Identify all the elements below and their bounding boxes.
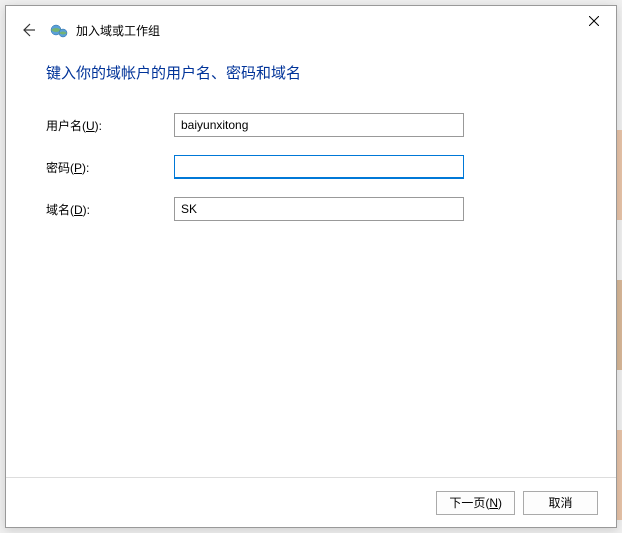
password-input[interactable] bbox=[174, 155, 464, 179]
next-button[interactable]: 下一页(N) bbox=[436, 491, 515, 515]
dialog-content: 键入你的域帐户的用户名、密码和域名 用户名(U): 密码(P): 域名(D): bbox=[6, 54, 616, 477]
close-button[interactable] bbox=[571, 6, 616, 36]
dialog-title: 加入域或工作组 bbox=[76, 22, 160, 39]
username-row: 用户名(U): bbox=[46, 113, 576, 137]
title-bar: 加入域或工作组 bbox=[6, 6, 616, 54]
password-label: 密码(P): bbox=[46, 159, 174, 176]
password-row: 密码(P): bbox=[46, 155, 576, 179]
domain-input[interactable] bbox=[174, 197, 464, 221]
back-button[interactable] bbox=[16, 18, 40, 42]
domain-row: 域名(D): bbox=[46, 197, 576, 221]
back-arrow-icon bbox=[20, 22, 36, 38]
page-heading: 键入你的域帐户的用户名、密码和域名 bbox=[46, 62, 576, 83]
join-domain-dialog: 加入域或工作组 键入你的域帐户的用户名、密码和域名 用户名(U): 密码(P):… bbox=[5, 5, 617, 528]
domain-icon bbox=[50, 21, 68, 39]
username-label: 用户名(U): bbox=[46, 117, 174, 134]
domain-label: 域名(D): bbox=[46, 201, 174, 218]
cancel-button[interactable]: 取消 bbox=[523, 491, 598, 515]
dialog-footer: 下一页(N) 取消 bbox=[6, 477, 616, 527]
username-input[interactable] bbox=[174, 113, 464, 137]
close-icon bbox=[589, 16, 599, 26]
